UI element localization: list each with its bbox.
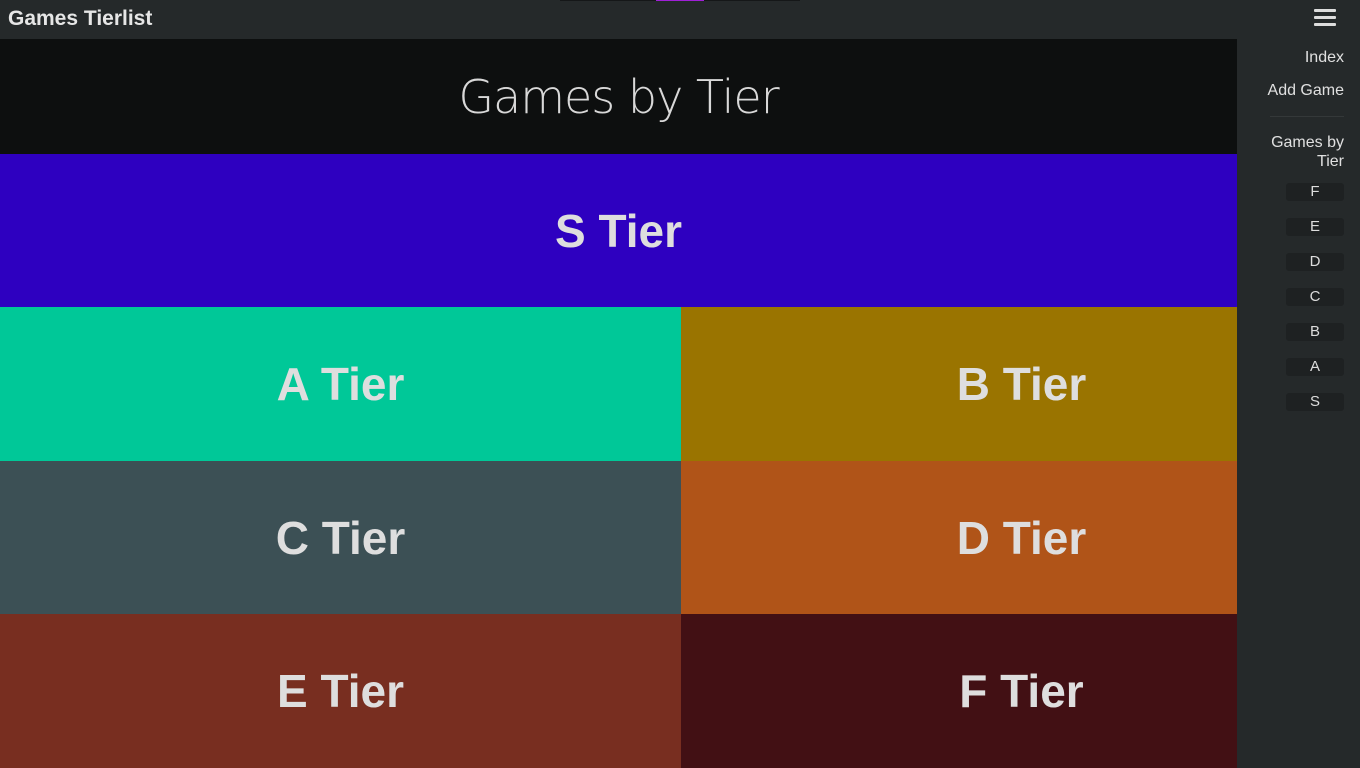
tier-link-e[interactable]: E bbox=[1286, 218, 1344, 236]
tier-link-s[interactable]: S bbox=[1286, 393, 1344, 411]
hamburger-icon[interactable] bbox=[1314, 9, 1336, 29]
tier-label: B Tier bbox=[956, 358, 1087, 410]
tier-a[interactable]: A Tier bbox=[0, 307, 681, 461]
sidebar: Index Add Game Games by Tier F E D C B A… bbox=[1237, 39, 1360, 768]
tier-c[interactable]: C Tier bbox=[0, 461, 681, 614]
nav-games-by-tier[interactable]: Games by Tier bbox=[1257, 133, 1344, 171]
tier-link-a[interactable]: A bbox=[1286, 358, 1344, 376]
tier-e[interactable]: E Tier bbox=[0, 614, 681, 768]
tier-label: C Tier bbox=[275, 511, 406, 564]
divider bbox=[1270, 116, 1344, 117]
tier-link-d[interactable]: D bbox=[1286, 253, 1344, 271]
tier-label: D Tier bbox=[956, 511, 1087, 564]
nav-add-game[interactable]: Add Game bbox=[1237, 82, 1344, 100]
tier-link-f[interactable]: F bbox=[1286, 183, 1344, 201]
tier-s[interactable]: S Tier bbox=[0, 154, 1237, 307]
page-header: Games by Tier bbox=[0, 39, 1237, 154]
main-content: Games by Tier S Tier A Tier B Tier C Tie… bbox=[0, 39, 1360, 768]
tier-link-c[interactable]: C bbox=[1286, 288, 1344, 306]
app-title[interactable]: Games Tierlist bbox=[8, 7, 152, 31]
tier-link-b[interactable]: B bbox=[1286, 323, 1344, 341]
tier-label: A Tier bbox=[276, 358, 405, 410]
scroll-progress-fill bbox=[656, 0, 704, 1]
tier-label: E Tier bbox=[277, 665, 404, 717]
tier-label: F Tier bbox=[959, 665, 1084, 717]
scroll-progress bbox=[560, 0, 800, 1]
nav-index[interactable]: Index bbox=[1237, 49, 1344, 67]
tier-label: S Tier bbox=[555, 204, 682, 257]
page-title: Games by Tier bbox=[458, 69, 779, 124]
top-bar: Games Tierlist bbox=[0, 0, 1360, 39]
